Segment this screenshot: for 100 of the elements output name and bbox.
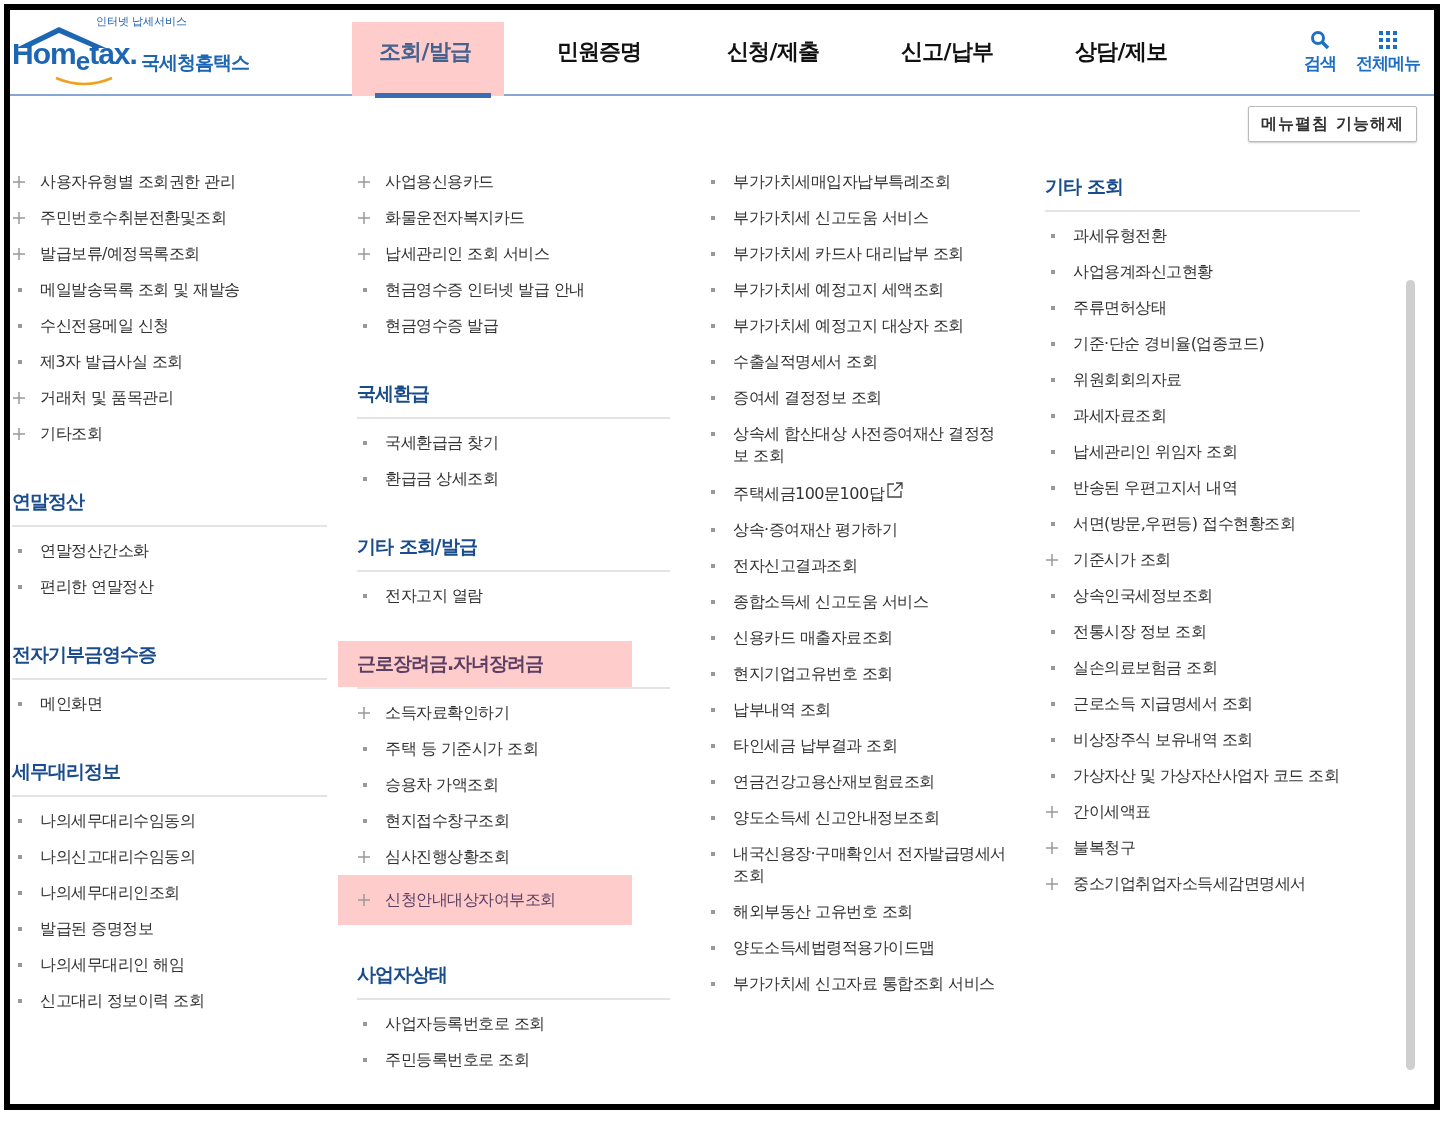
all-menu-button[interactable]: 전체메뉴 xyxy=(1356,29,1420,75)
menu-link[interactable]: 메인화면 xyxy=(12,686,327,722)
menu-link[interactable]: 발급보류/예정목록조회 xyxy=(12,236,327,272)
menu-link[interactable]: 국세환급금 찾기 xyxy=(357,425,670,461)
menu-link[interactable]: 심사진행상황조회 xyxy=(357,839,670,875)
menu-link[interactable]: 해외부동산 고유번호 조회 xyxy=(705,894,1010,930)
menu-link[interactable]: 신고대리 정보이력 조회 xyxy=(12,983,327,1019)
menu-link[interactable]: 제3자 발급사실 조회 xyxy=(12,344,327,380)
menu-link[interactable]: 기준·단순 경비율(업종코드) xyxy=(1045,326,1360,362)
menu-link[interactable]: 불복청구 xyxy=(1045,830,1360,866)
nav-tab[interactable]: 신청/제출 xyxy=(686,10,860,94)
menu-link[interactable]: 전통시장 정보 조회 xyxy=(1045,614,1360,650)
menu-link[interactable]: 기준시가 조회 xyxy=(1045,542,1360,578)
menu-link[interactable]: 납부내역 조회 xyxy=(705,692,1010,728)
menu-link[interactable]: 나의세무대리인 해임 xyxy=(12,947,327,983)
menu-link[interactable]: 근로소득 지급명세서 조회 xyxy=(1045,686,1360,722)
menu-link[interactable]: 주택세금100문100답 xyxy=(705,474,1010,512)
menu-link[interactable]: 가상자산 및 가상자산사업자 코드 조회 xyxy=(1045,758,1360,794)
bullet-icon xyxy=(711,216,715,220)
menu-link[interactable]: 서면(방문,우편등) 접수현황조회 xyxy=(1045,506,1360,542)
menu-link[interactable]: 부가가치세매입자납부특례조회 xyxy=(705,164,1010,200)
menu-link[interactable]: 부가가치세 카드사 대리납부 조회 xyxy=(705,236,1010,272)
plus-icon xyxy=(357,850,371,864)
menu-link[interactable]: 실손의료보험금 조회 xyxy=(1045,650,1360,686)
menu-link[interactable]: 부가가치세 예정고지 대상자 조회 xyxy=(705,308,1010,344)
menu-link[interactable]: 연말정산간소화 xyxy=(12,533,327,569)
menu-link[interactable]: 연금건강고용산재보험료조회 xyxy=(705,764,1010,800)
menu-link[interactable]: 승용차 가액조회 xyxy=(357,767,670,803)
menu-link[interactable]: 메일발송목록 조회 및 재발송 xyxy=(12,272,327,308)
menu-link[interactable]: 현금영수증 인터넷 발급 안내 xyxy=(357,272,670,308)
menu-link[interactable]: 현지기업고유번호 조회 xyxy=(705,656,1010,692)
menu-link[interactable]: 양도소득세 신고안내정보조회 xyxy=(705,800,1010,836)
logo-tagline: 인터넷 납세서비스 xyxy=(96,15,188,28)
menu-link[interactable]: 편리한 연말정산 xyxy=(12,569,327,605)
menu-link[interactable]: 기타조회 xyxy=(12,416,327,452)
menu-link[interactable]: 전자신고결과조회 xyxy=(705,548,1010,584)
bullet-icon xyxy=(18,585,22,589)
bullet-icon xyxy=(711,288,715,292)
menu-link[interactable]: 나의세무대리수임동의 xyxy=(12,803,327,839)
menu-link[interactable]: 증여세 결정정보 조회 xyxy=(705,380,1010,416)
menu-link[interactable]: 전자고지 열람 xyxy=(357,578,670,614)
menu-link[interactable]: 과세유형전환 xyxy=(1045,218,1360,254)
nav-tab[interactable]: 신고/납부 xyxy=(860,10,1034,94)
menu-link[interactable]: 주민등록번호로 조회 xyxy=(357,1042,670,1078)
menu-link[interactable]: 거래처 및 품목관리 xyxy=(12,380,327,416)
menu-link[interactable]: 수출실적명세서 조회 xyxy=(705,344,1010,380)
bullet-icon xyxy=(1051,594,1055,598)
menu-link[interactable]: 타인세금 납부결과 조회 xyxy=(705,728,1010,764)
menu-link[interactable]: 소득자료확인하기 xyxy=(357,695,670,731)
collapse-menu-button[interactable]: 메뉴펼침 기능해제 xyxy=(1248,106,1417,142)
bullet-icon xyxy=(711,360,715,364)
menu-link[interactable]: 비상장주식 보유내역 조회 xyxy=(1045,722,1360,758)
menu-link[interactable]: 상속·증여재산 평가하기 xyxy=(705,512,1010,548)
menu-link[interactable]: 사업자등록번호로 조회 xyxy=(357,1006,670,1042)
menu-link[interactable]: 현지접수창구조회 xyxy=(357,803,670,839)
plus-icon xyxy=(357,175,371,189)
menu-link[interactable]: 부가가치세 신고도움 서비스 xyxy=(705,200,1010,236)
bullet-icon xyxy=(18,819,22,823)
menu-link[interactable]: 내국신용장·구매확인서 전자발급명세서 조회 xyxy=(705,836,1010,894)
nav-tab[interactable]: 민원증명 xyxy=(512,10,686,94)
menu-link[interactable]: 나의세무대리인조회 xyxy=(12,875,327,911)
menu-link[interactable]: 중소기업취업자소득세감면명세서 xyxy=(1045,866,1360,902)
menu-link[interactable]: 사용자유형별 조회권한 관리 xyxy=(12,164,327,200)
plus-icon xyxy=(12,175,26,189)
nav-tab[interactable]: 상담/제보 xyxy=(1034,10,1208,94)
bullet-icon xyxy=(711,432,715,436)
menu-link[interactable]: 부가가치세 예정고지 세액조회 xyxy=(705,272,1010,308)
menu-link[interactable]: 나의신고대리수임동의 xyxy=(12,839,327,875)
menu-link[interactable]: 화물운전자복지카드 xyxy=(357,200,670,236)
search-button[interactable]: 검색 xyxy=(1304,29,1336,75)
menu-link[interactable]: 간이세액표 xyxy=(1045,794,1360,830)
section-heading: 기타 조회/발급 xyxy=(357,534,478,559)
bullet-icon xyxy=(1051,630,1055,634)
menu-link[interactable]: 발급된 증명정보 xyxy=(12,911,327,947)
menu-link[interactable]: 반송된 우편고지서 내역 xyxy=(1045,470,1360,506)
menu-link[interactable]: 환급금 상세조회 xyxy=(357,461,670,497)
menu-link[interactable]: 상속세 합산대상 사전증여재산 결정정보 조회 xyxy=(705,416,1010,474)
menu-link[interactable]: 부가가치세 신고자료 통합조회 서비스 xyxy=(705,966,1010,1002)
menu-link[interactable]: 주민번호수취분전환및조회 xyxy=(12,200,327,236)
bullet-icon xyxy=(1051,738,1055,742)
scrollbar[interactable] xyxy=(1406,280,1415,1070)
bullet-icon xyxy=(711,252,715,256)
menu-link[interactable]: 납세관리인 조회 서비스 xyxy=(357,236,670,272)
menu-link[interactable]: 과세자료조회 xyxy=(1045,398,1360,434)
menu-link[interactable]: 주류면허상태 xyxy=(1045,290,1360,326)
menu-link[interactable]: 주택 등 기준시가 조회 xyxy=(357,731,670,767)
menu-link[interactable]: 사업용계좌신고현황 xyxy=(1045,254,1360,290)
bullet-icon xyxy=(1051,234,1055,238)
menu-link[interactable]: 수신전용메일 신청 xyxy=(12,308,327,344)
grid-menu-icon xyxy=(1378,29,1398,50)
menu-link[interactable]: 현금영수증 발급 xyxy=(357,308,670,344)
plus-icon xyxy=(357,211,371,225)
menu-link[interactable]: 신용카드 매출자료조회 xyxy=(705,620,1010,656)
menu-link[interactable]: 종합소득세 신고도움 서비스 xyxy=(705,584,1010,620)
menu-link[interactable]: 상속인국세정보조회 xyxy=(1045,578,1360,614)
menu-link[interactable]: 납세관리인 위임자 조회 xyxy=(1045,434,1360,470)
menu-link[interactable]: 사업용신용카드 xyxy=(357,164,670,200)
menu-link[interactable]: 신청안내대상자여부조회 xyxy=(338,875,632,925)
menu-link[interactable]: 위원회회의자료 xyxy=(1045,362,1360,398)
menu-link[interactable]: 양도소득세법령적용가이드맵 xyxy=(705,930,1010,966)
